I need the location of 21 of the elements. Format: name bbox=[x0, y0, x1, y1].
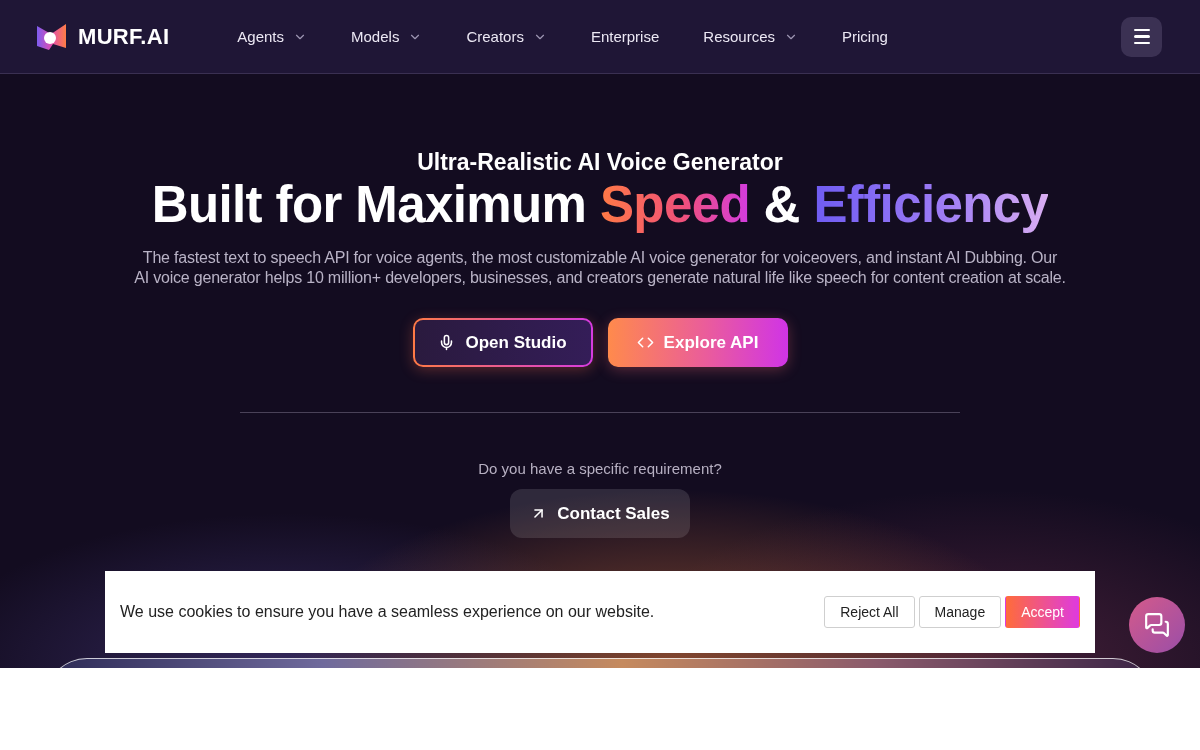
nav-link[interactable]: Creators bbox=[466, 28, 547, 45]
explore-api-button[interactable]: Explore API bbox=[607, 318, 788, 367]
nav-link[interactable]: Agents bbox=[237, 28, 308, 45]
hero-eyebrow: Ultra-Realistic AI Voice Generator bbox=[417, 150, 783, 175]
requirement-prompt: Do you have a specific requirement? bbox=[478, 459, 722, 479]
logo-icon bbox=[37, 23, 66, 50]
nav-link[interactable]: Models bbox=[351, 28, 423, 45]
cookie-option-button[interactable]: Reject All bbox=[824, 596, 915, 628]
nav-link[interactable]: Pricing bbox=[842, 28, 888, 45]
nav-link[interactable]: Enterprise bbox=[590, 28, 660, 45]
contact-sales-button[interactable]: Contact Sales bbox=[510, 489, 690, 538]
logo-text[interactable]: MURF.AI bbox=[78, 23, 170, 50]
code-icon bbox=[636, 334, 654, 351]
cookie-message: We use cookies to ensure you have a seamless experience on our website. bbox=[120, 603, 655, 621]
chat-icon bbox=[1144, 612, 1170, 638]
hero-title: Built for Maximum Speed & Efficiency bbox=[151, 177, 1049, 233]
hero-description: The fastest text to speech API for voice agents, the most customizable AI voice generator for voiceovers, and instant AI Dubbing. Our AI voice generator helps 10 million+ developers, businesses, and creators generate natural life like speech for content creation at scale. bbox=[133, 248, 1067, 287]
cookie-option-button[interactable]: Manage bbox=[918, 596, 1002, 628]
open-studio-button[interactable]: Open Studio bbox=[412, 318, 593, 367]
menu-button[interactable] bbox=[1121, 16, 1162, 57]
nav-link[interactable]: Resources bbox=[703, 28, 798, 45]
